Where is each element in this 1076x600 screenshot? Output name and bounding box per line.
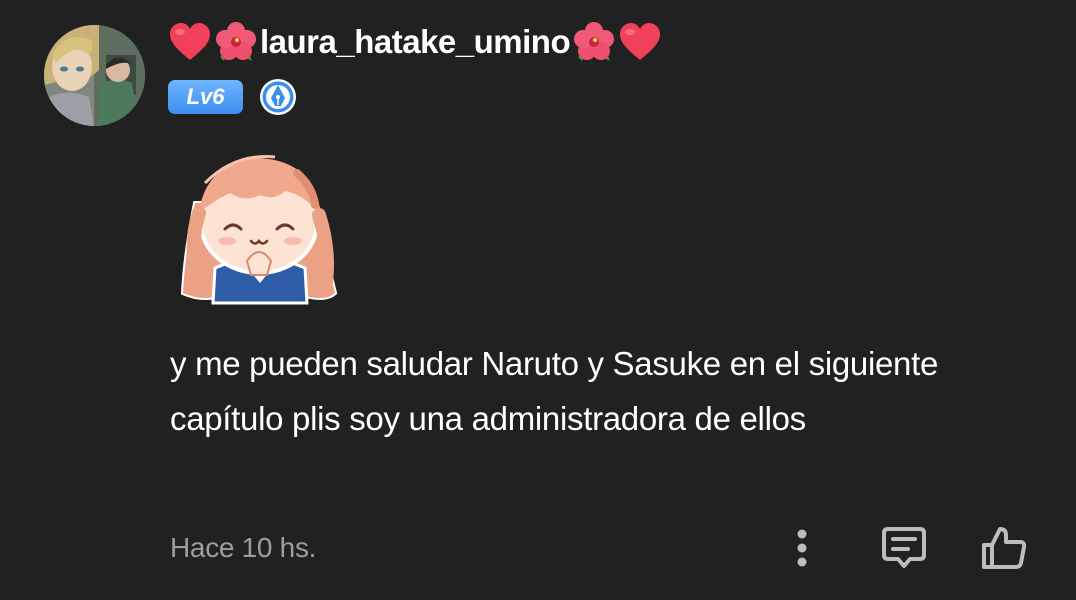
comment-timestamp: Hace 10 hs. xyxy=(170,532,317,563)
more-options-button[interactable] xyxy=(786,522,818,574)
reply-icon xyxy=(880,525,928,571)
author-avatar[interactable] xyxy=(44,25,145,126)
more-options-icon xyxy=(795,528,809,568)
level-badge[interactable]: Lv6 xyxy=(168,80,243,114)
comment-body: y me pueden saludar Naruto y Sasuke en e… xyxy=(170,345,939,437)
like-button[interactable] xyxy=(978,522,1030,574)
like-icon xyxy=(980,525,1028,571)
comment-card: laura_hatake_umino Lv6 y me pueden salud… xyxy=(0,0,1076,600)
username-text: laura_hatake_umino xyxy=(260,23,571,60)
hibiscus-icon xyxy=(572,21,616,63)
pen-nib-badge-icon[interactable] xyxy=(259,78,297,116)
reply-button[interactable] xyxy=(878,522,930,574)
author-username[interactable]: laura_hatake_umino xyxy=(168,18,662,66)
heart-icon xyxy=(168,22,212,62)
chibi-girl-sticker[interactable] xyxy=(175,143,345,308)
author-badges: Lv6 xyxy=(168,78,297,116)
heart-icon xyxy=(618,22,662,62)
hibiscus-icon xyxy=(214,21,258,63)
